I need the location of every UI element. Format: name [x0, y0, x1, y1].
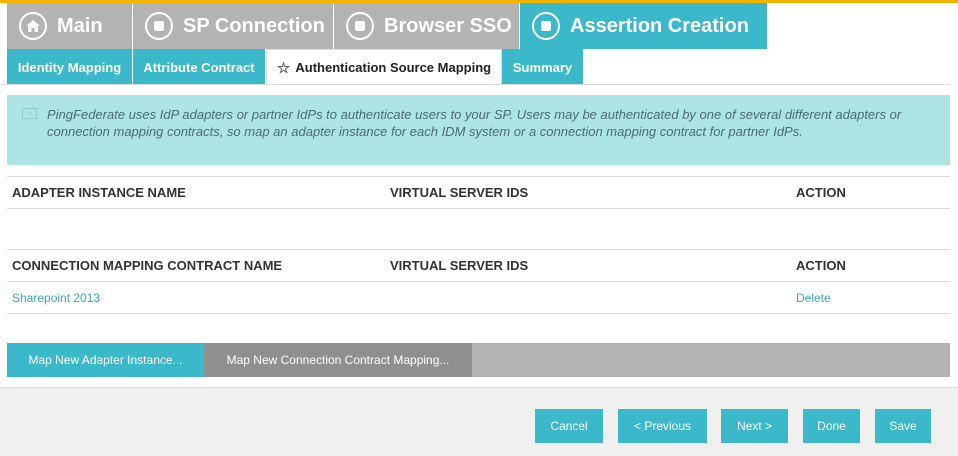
- done-button[interactable]: Done: [803, 409, 860, 443]
- header-virtual-server-ids: VIRTUAL SERVER IDS: [390, 258, 529, 273]
- header-virtual-server-ids: VIRTUAL SERVER IDS: [390, 185, 529, 200]
- tab-assertion-creation[interactable]: Assertion Creation: [520, 3, 767, 49]
- contract-name-link[interactable]: Sharepoint 2013: [12, 291, 100, 305]
- info-icon: >: [22, 108, 37, 119]
- map-button-bar: Map New Adapter Instance... Map New Conn…: [7, 343, 950, 377]
- header-action: ACTION: [796, 185, 846, 200]
- subtab-identity-mapping-label: Identity Mapping: [17, 59, 122, 75]
- tab-browser-sso[interactable]: Browser SSO: [334, 3, 519, 49]
- home-icon: [19, 12, 47, 40]
- cancel-button[interactable]: Cancel: [535, 409, 603, 443]
- table-row: Sharepoint 2013 Delete: [7, 282, 950, 314]
- subtab-summary-label: Summary: [512, 59, 573, 75]
- footer: Cancel < Previous Next > Done Save: [0, 387, 958, 456]
- stop-icon: [532, 12, 560, 40]
- map-new-adapter-instance-button[interactable]: Map New Adapter Instance...: [7, 343, 204, 377]
- tab-main-label: Main: [57, 14, 103, 37]
- subtab-attribute-contract[interactable]: Attribute Contract: [133, 49, 265, 85]
- header-adapter-instance-name: ADAPTER INSTANCE NAME: [12, 185, 186, 200]
- stop-icon: [145, 12, 173, 40]
- previous-button[interactable]: < Previous: [618, 409, 707, 443]
- info-text: PingFederate uses IdP adapters or partne…: [47, 107, 902, 139]
- tab-main[interactable]: Main: [7, 3, 132, 49]
- contract-table-header: CONNECTION MAPPING CONTRACT NAME VIRTUAL…: [7, 249, 950, 282]
- subtab-authentication-source-mapping[interactable]: ☆ Authentication Source Mapping: [266, 49, 502, 85]
- adapter-table: ADAPTER INSTANCE NAME VIRTUAL SERVER IDS…: [7, 176, 950, 209]
- contract-table: CONNECTION MAPPING CONTRACT NAME VIRTUAL…: [7, 249, 950, 314]
- subtab-authentication-source-mapping-label: Authentication Source Mapping: [295, 60, 492, 75]
- adapter-table-header: ADAPTER INSTANCE NAME VIRTUAL SERVER IDS…: [7, 176, 950, 209]
- tab-sp-connection-label: SP Connection: [183, 14, 325, 37]
- header-action: ACTION: [796, 258, 846, 273]
- subtab-summary[interactable]: Summary: [502, 49, 583, 85]
- main-tabs: Main SP Connection Browser SSO Assertion…: [0, 3, 958, 49]
- sub-tabs: Identity Mapping Attribute Contract ☆ Au…: [0, 49, 958, 85]
- header-connection-mapping-contract-name: CONNECTION MAPPING CONTRACT NAME: [12, 258, 283, 273]
- delete-link[interactable]: Delete: [796, 291, 831, 305]
- save-button[interactable]: Save: [875, 409, 931, 443]
- next-button[interactable]: Next >: [721, 409, 788, 443]
- subtab-identity-mapping[interactable]: Identity Mapping: [7, 49, 132, 85]
- star-icon: ☆: [276, 59, 291, 77]
- tab-assertion-creation-label: Assertion Creation: [570, 14, 749, 37]
- tab-browser-sso-label: Browser SSO: [384, 14, 512, 37]
- map-new-connection-contract-mapping-button[interactable]: Map New Connection Contract Mapping...: [204, 343, 472, 377]
- tab-sp-connection[interactable]: SP Connection: [133, 3, 333, 49]
- info-box: > PingFederate uses IdP adapters or part…: [7, 95, 950, 165]
- subtab-attribute-contract-label: Attribute Contract: [143, 59, 255, 75]
- subtab-divider: [0, 84, 950, 85]
- stop-icon: [346, 12, 374, 40]
